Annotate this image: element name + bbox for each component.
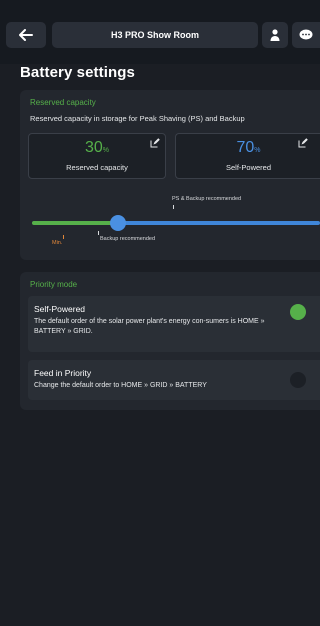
reserved-capacity-description: Reserved capacity in storage for Peak Sh…	[30, 114, 245, 123]
option-self-powered-title: Self-Powered	[34, 304, 86, 314]
slider-track-self-powered	[118, 221, 320, 225]
radio-feed-in-priority[interactable]	[290, 372, 306, 388]
min-label: Min.	[52, 240, 63, 246]
option-feed-in-priority[interactable]: Feed in Priority Change the default orde…	[28, 360, 320, 400]
backup-marker	[98, 231, 99, 235]
backup-recommended-label: Backup recommended	[100, 236, 156, 242]
arrow-left-icon	[19, 29, 33, 41]
reserved-capacity-section-title: Reserved capacity	[30, 98, 96, 107]
user-button[interactable]	[262, 22, 288, 48]
option-feed-in-priority-title: Feed in Priority	[34, 368, 92, 378]
user-icon	[270, 29, 280, 41]
reserved-capacity-value: 30%	[84, 139, 110, 156]
top-bar: H3 PRO Show Room	[0, 0, 320, 64]
chat-icon	[299, 29, 313, 40]
slider-track-reserved	[32, 221, 119, 225]
slider-thumb[interactable]	[110, 215, 127, 231]
priority-mode-section-title: Priority mode	[30, 280, 78, 289]
edit-icon[interactable]	[298, 138, 308, 148]
back-button[interactable]	[6, 22, 46, 48]
radio-self-powered[interactable]	[290, 304, 306, 320]
page-title: Battery settings	[20, 64, 135, 81]
edit-icon[interactable]	[150, 138, 160, 148]
chat-button[interactable]	[292, 22, 320, 48]
reserved-capacity-card: Reserved capacity Reserved capacity in s…	[20, 90, 320, 260]
priority-mode-card: Priority mode Self-Powered The default o…	[20, 272, 320, 410]
option-self-powered-description: The default order of the solar power pla…	[34, 318, 265, 335]
reserved-capacity-label: Reserved capacity	[66, 163, 128, 172]
app-root: H3 PRO Show Room Battery settings Reserv…	[0, 0, 320, 626]
ps-backup-marker	[173, 205, 174, 209]
self-powered-label: Self-Powered	[225, 163, 272, 172]
option-feed-in-priority-description: Change the default order to HOME » GRID …	[34, 382, 207, 389]
option-self-powered[interactable]: Self-Powered The default order of the so…	[28, 296, 320, 352]
min-marker	[63, 235, 64, 239]
reserved-capacity-slider[interactable]	[32, 215, 320, 231]
site-title-button[interactable]: H3 PRO Show Room	[52, 22, 258, 48]
self-powered-box[interactable]: 70% Self-Powered	[175, 133, 320, 179]
reserved-capacity-box[interactable]: 30% Reserved capacity	[28, 133, 166, 179]
site-title: H3 PRO Show Room	[110, 30, 199, 40]
ps-backup-recommended-label: PS & Backup recommended	[172, 196, 242, 202]
